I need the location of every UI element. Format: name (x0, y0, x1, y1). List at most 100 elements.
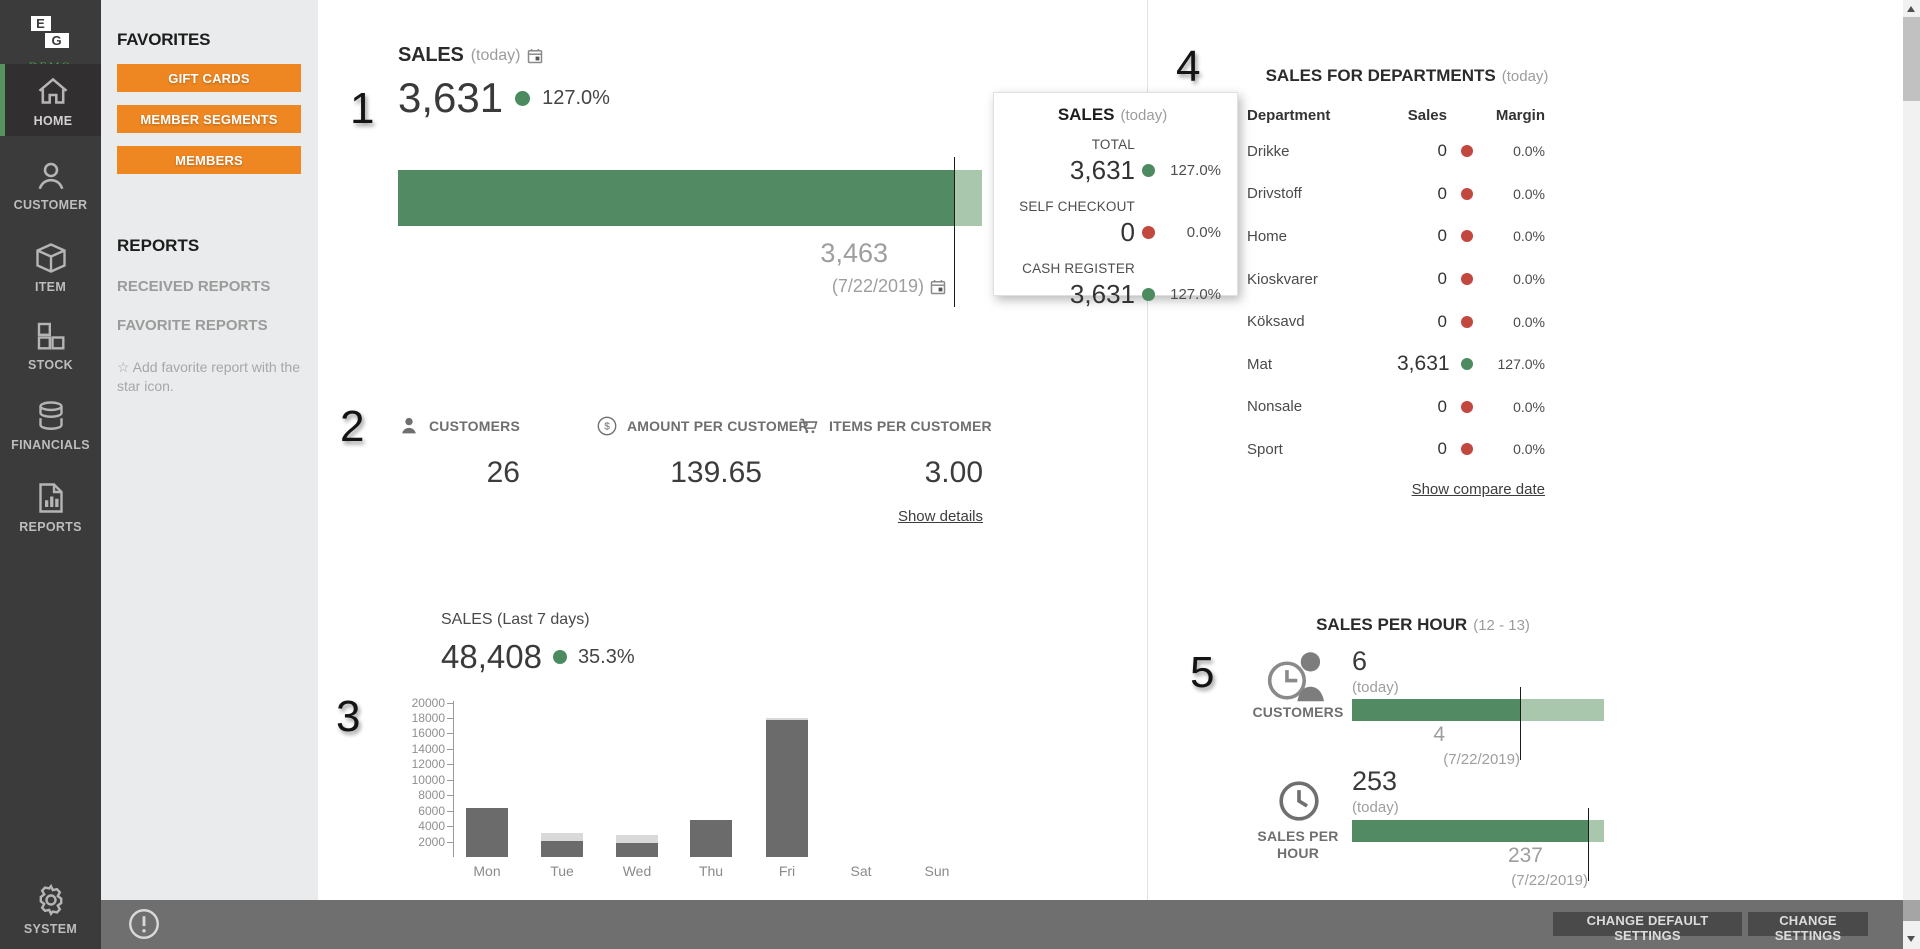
sales-per-hour-period: (12 - 13) (1473, 617, 1530, 634)
sidebar-item-system[interactable]: SYSTEM (0, 872, 101, 944)
sph-compare-block: 4(7/22/2019) (1352, 723, 1520, 768)
scrollbar-thumb[interactable] (1903, 17, 1920, 101)
sidebar-item-customer[interactable]: CUSTOMER (0, 148, 101, 220)
sidebar-item-financials[interactable]: FINANCIALS (0, 388, 101, 460)
red-dot (1461, 273, 1473, 285)
tooltip-row: CASH REGISTER3,631127.0% (1004, 261, 1221, 310)
stock-icon (33, 318, 69, 354)
sidebar-item-label: SYSTEM (0, 922, 101, 944)
tooltip-row-label: TOTAL (1004, 137, 1135, 152)
table-row-mat: Mat3,631127.0% (1247, 343, 1545, 386)
footer-bar: CHANGE DEFAULT SETTINGS CHANGE SETTINGS (101, 900, 1903, 949)
green-dot (1461, 358, 1473, 370)
exclamation-circle-icon[interactable] (127, 907, 161, 941)
green-dot (1142, 288, 1155, 301)
red-dot (1461, 443, 1473, 455)
tooltip-row: SELF CHECKOUT00.0% (1004, 199, 1221, 248)
table-row-kioskvarer: Kioskvarer00.0% (1247, 258, 1545, 301)
chart-y-tick (447, 811, 453, 812)
report-link-received-reports[interactable]: RECEIVED REPORTS (117, 278, 318, 295)
chart-y-tick-label: 12000 (393, 757, 445, 771)
favorite-report-hint: ☆ Add favorite report with the star icon… (117, 358, 300, 396)
department-name: Drikke (1247, 143, 1397, 160)
table-row-drikke: Drikke00.0% (1247, 130, 1545, 173)
sph-compare-value: 237 (1352, 844, 1588, 868)
department-name: Home (1247, 228, 1397, 245)
departments-period: (today) (1502, 68, 1549, 85)
chart-y-tick (447, 733, 453, 734)
tooltip-title: SALES (1058, 105, 1115, 125)
chart-bar-current (766, 720, 808, 857)
chart-y-tick-label: 2000 (393, 835, 445, 849)
clock-icon (1276, 778, 1322, 824)
department-name: Sport (1247, 441, 1397, 458)
departments-header: SALES FOR DEPARTMENTS (today) (1247, 66, 1567, 86)
dashboard-page: 1 2 3 4 5 E G DEMO HOMECUSTOMERITEMSTOCK… (0, 0, 1920, 949)
table-row-nonsale: Nonsale00.0% (1247, 386, 1545, 429)
red-dot (1461, 316, 1473, 328)
customers-clock-icon (1260, 646, 1336, 704)
chart-x-label: Tue (532, 863, 592, 879)
sidebar-item-reports[interactable]: REPORTS (0, 470, 101, 542)
scrollbar-thumb-lower[interactable] (1903, 900, 1920, 921)
chart-y-tick (447, 826, 453, 827)
favorites-panel: FAVORITES GIFT CARDS MEMBER SEGMENTS MEMBE… (101, 0, 318, 900)
home-icon (35, 74, 71, 110)
departments-header-row: DepartmentSalesMargin (1247, 100, 1545, 130)
sidebar-item-label: CUSTOMER (0, 198, 101, 220)
red-dot (1142, 226, 1155, 239)
sph-compare-bar[interactable] (1352, 820, 1604, 842)
tooltip-row-label: SELF CHECKOUT (1004, 199, 1135, 214)
annotation-1: 1 (350, 84, 374, 134)
chart-y-tick-label: 10000 (393, 773, 445, 787)
customer-icon (33, 158, 69, 194)
favorite-button-members[interactable]: MEMBERS (117, 146, 301, 174)
tooltip-row-value: 3,631 (1004, 279, 1135, 310)
sph-compare-value: 4 (1352, 723, 1520, 747)
change-default-settings-button[interactable]: CHANGE DEFAULT SETTINGS (1553, 912, 1742, 936)
chart-x-label: Mon (457, 863, 517, 879)
logo-tile-e: E (31, 16, 51, 31)
chart-y-tick-label: 20000 (393, 696, 445, 710)
department-margin: 0.0% (1487, 228, 1545, 244)
chart-y-tick (447, 718, 453, 719)
report-link-favorite-reports[interactable]: FAVORITE REPORTS (117, 317, 318, 334)
sidebar: E G DEMO HOMECUSTOMERITEMSTOCKFINANCIALS… (0, 0, 101, 949)
table-row-drivstoff: Drivstoff00.0% (1247, 173, 1545, 216)
item-icon (33, 240, 69, 276)
system-icon (33, 882, 69, 918)
tooltip-row-value: 3,631 (1004, 155, 1135, 186)
change-settings-button[interactable]: CHANGE SETTINGS (1748, 912, 1868, 936)
sidebar-item-stock[interactable]: STOCK (0, 308, 101, 380)
sph-block-period: (today) (1352, 799, 1399, 816)
sales-per-hour-header: SALES PER HOUR (12 - 13) (1273, 615, 1573, 635)
tooltip-row: TOTAL3,631127.0% (1004, 137, 1221, 186)
scrollbar[interactable] (1903, 0, 1920, 949)
favorite-button-member-segments[interactable]: MEMBER SEGMENTS (117, 105, 301, 133)
department-name: Nonsale (1247, 398, 1397, 415)
sph-block-period: (today) (1352, 679, 1399, 696)
table-row-home: Home00.0% (1247, 215, 1545, 258)
financials-icon (33, 398, 69, 434)
green-dot (1142, 164, 1155, 177)
sidebar-item-home[interactable]: HOME (0, 64, 101, 136)
annotation-2: 2 (340, 402, 364, 452)
sph-compare-block: 237(7/22/2019) (1352, 844, 1588, 889)
department-name: Drivstoff (1247, 185, 1397, 202)
chart-bar-current (616, 843, 658, 857)
department-margin: 0.0% (1487, 271, 1545, 287)
sidebar-item-item[interactable]: ITEM (0, 230, 101, 302)
department-sales: 0 (1397, 184, 1447, 204)
favorite-button-gift-cards[interactable]: GIFT CARDS (117, 64, 301, 92)
department-sales: 0 (1397, 269, 1447, 289)
scroll-down-icon[interactable] (1907, 936, 1915, 942)
sph-compare-bar[interactable] (1352, 699, 1604, 721)
chart-x-label: Sun (907, 863, 967, 879)
show-compare-date-link[interactable]: Show compare date (1412, 481, 1545, 498)
favorites-heading: FAVORITES (117, 30, 318, 50)
scroll-up-icon[interactable] (1907, 6, 1915, 12)
department-margin: 127.0% (1487, 356, 1545, 372)
column-header-sales: Sales (1397, 107, 1447, 124)
tooltip-rows: TOTAL3,631127.0%SELF CHECKOUT00.0%CASH R… (1004, 137, 1221, 310)
sidebar-item-label: STOCK (0, 358, 101, 380)
